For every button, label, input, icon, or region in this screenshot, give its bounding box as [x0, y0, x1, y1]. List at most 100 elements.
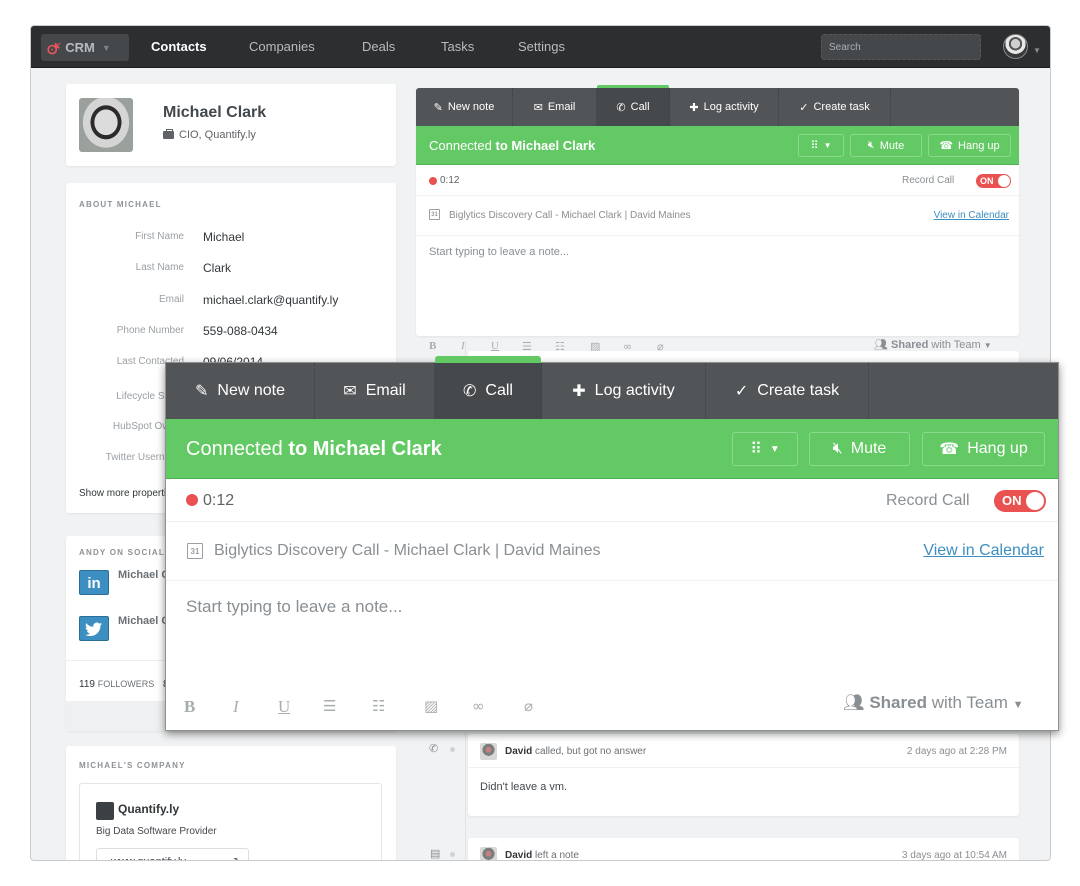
property-row[interactable]: Email michael.clark@quantify.ly [66, 293, 396, 314]
mute-label: Mute [850, 440, 887, 457]
plus-icon: ✚ [572, 383, 586, 400]
bold-button[interactable]: B [429, 340, 436, 352]
tab-label: New note [447, 101, 495, 113]
tab-label: Create task [757, 382, 840, 399]
user-avatar[interactable] [1003, 34, 1028, 59]
crm-menu-button[interactable]: 🜚 CRM ▼ [41, 34, 129, 61]
hang-up-label: Hang up [967, 440, 1028, 457]
hang-up-label: Hang up [958, 139, 1000, 152]
call-status-bar: Connected to Michael Clark ⠿ ▼ 🔇︎ Mute ☎… [416, 126, 1019, 165]
property-label: Last Name [135, 262, 184, 273]
author-name: David [505, 746, 533, 757]
tab-call[interactable]: ✆ Call [597, 85, 670, 126]
tab-log-activity[interactable]: ✚ Log activity [542, 363, 706, 419]
property-value[interactable]: michael.clark@quantify.ly [203, 293, 338, 307]
social-heading: ANDY ON SOCIAL [79, 548, 165, 557]
meeting-row: 31 Biglytics Discovery Call - Michael Cl… [166, 522, 1058, 581]
connected-prefix: Connected [429, 138, 492, 153]
property-value[interactable]: Clark [203, 261, 231, 275]
nav-companies[interactable]: Companies [249, 39, 315, 54]
tab-call[interactable]: ✆ Call [435, 356, 542, 419]
mute-icon: 🔇︎ [832, 440, 843, 457]
underline-button[interactable]: U [278, 697, 290, 717]
property-value[interactable]: 559-088-0434 [203, 324, 278, 338]
view-in-calendar-link[interactable]: View in Calendar [934, 210, 1009, 221]
tab-new-note[interactable]: ✎ New note [166, 363, 315, 419]
tab-email[interactable]: ✉ Email [315, 363, 435, 419]
phone-icon: ✆ [616, 101, 626, 114]
twitter-icon[interactable] [79, 616, 109, 641]
note-input[interactable]: Start typing to leave a note... [429, 246, 569, 258]
call-status-bar: Connected to Michael Clark ⠿ ▼ 🔇︎ Mute ☎… [166, 419, 1058, 479]
company-summary[interactable]: Quantify.ly Big Data Software Provider w… [79, 783, 382, 860]
briefcase-icon [163, 129, 174, 139]
tab-label: Log activity [594, 382, 675, 399]
keypad-button[interactable]: ⠿ ▼ [798, 134, 844, 157]
company-website-button[interactable]: www.quantify.ly ↗ [96, 848, 249, 860]
company-logo [96, 802, 114, 820]
contact-name: Michael Clark [163, 104, 267, 121]
shared-label: Shared [891, 339, 929, 351]
followers-count: 119 FOLLOWERS 8 [79, 679, 169, 690]
hang-up-button[interactable]: ☎ Hang up [928, 134, 1011, 157]
hang-up-button[interactable]: ☎ Hang up [922, 432, 1045, 466]
mute-button[interactable]: 🔇︎ Mute [850, 134, 922, 157]
view-in-calendar-link[interactable]: View in Calendar [923, 542, 1044, 560]
record-call-toggle[interactable]: ON [976, 174, 1011, 188]
search-input[interactable]: Search [821, 34, 981, 60]
nav-contacts[interactable]: Contacts [151, 39, 207, 54]
shared-with-team-dropdown[interactable]: 👥︎ Shared with Team ▼ [843, 693, 1024, 713]
call-timer-row: 0:12 Record Call ON [416, 166, 1019, 196]
tab-email[interactable]: ✉ Email [513, 88, 597, 126]
attachment-icon[interactable]: ⌀ [524, 697, 533, 715]
timeline-dot [450, 852, 455, 857]
tab-create-task[interactable]: ✓ Create task [779, 88, 891, 126]
numbered-list-icon[interactable]: ☷ [372, 697, 385, 715]
link-icon[interactable]: ∞ [472, 697, 485, 715]
bulleted-list-icon[interactable]: ☰ [323, 697, 336, 715]
italic-button[interactable]: I [233, 697, 239, 717]
company-name[interactable]: Quantify.ly [118, 802, 179, 816]
followers-number: 119 [79, 679, 95, 690]
property-row[interactable]: First Name Michael [66, 230, 396, 251]
keypad-icon: ⠿ [750, 441, 762, 458]
nav-settings[interactable]: Settings [518, 39, 565, 54]
shared-target: with Team [931, 693, 1008, 712]
tab-label: New note [217, 382, 285, 399]
nav-tasks[interactable]: Tasks [441, 39, 474, 54]
divider [468, 767, 1019, 768]
mute-button[interactable]: 🔇︎ Mute [809, 432, 910, 466]
property-row[interactable]: Phone Number 559-088-0434 [66, 324, 396, 345]
activity-description: called, but got no answer [535, 746, 647, 757]
connected-contact: to Michael Clark [288, 438, 442, 460]
linkedin-icon[interactable]: in [79, 570, 109, 595]
shared-label: Shared [869, 693, 927, 712]
property-value[interactable]: Michael [203, 230, 244, 244]
author-avatar [480, 743, 497, 760]
image-icon[interactable]: ▨ [424, 697, 438, 715]
shared-target: with Team [931, 339, 981, 351]
calendar-icon: 31 [429, 209, 440, 220]
chevron-down-icon: ▼ [823, 141, 832, 150]
connected-status: Connected to Michael Clark [429, 138, 595, 153]
tab-log-activity[interactable]: ✚ Log activity [670, 88, 779, 126]
composer-tabs: ✎ New note ✉ Email ✆ Call ✚ Log activity… [166, 356, 1058, 419]
chevron-down-icon[interactable]: ▼ [1033, 46, 1041, 55]
note-input[interactable]: Start typing to leave a note... [186, 597, 402, 617]
record-call-toggle[interactable]: ON [994, 490, 1046, 512]
keypad-button[interactable]: ⠿ ▼ [732, 432, 798, 466]
bold-button[interactable]: B [184, 697, 195, 717]
tab-label: Call [630, 101, 650, 113]
show-more-properties-link[interactable]: Show more properties [79, 488, 177, 499]
shared-with-team-dropdown[interactable]: 👥︎ Shared with Team ▼ [874, 338, 992, 351]
nav-deals[interactable]: Deals [362, 39, 395, 54]
contact-title: CIO, Quantify.ly [163, 129, 256, 141]
edit-icon: ✎ [433, 101, 443, 114]
tab-new-note[interactable]: ✎ New note [416, 88, 513, 126]
property-label: Email [158, 294, 184, 305]
call-timer-group: 0:12 [186, 492, 234, 510]
tab-create-task[interactable]: ✓ Create task [706, 363, 869, 419]
property-row[interactable]: Last Name Clark [66, 261, 396, 282]
hubspot-logo-icon: 🜚 [47, 41, 62, 57]
chevron-down-icon: ▼ [983, 341, 992, 350]
